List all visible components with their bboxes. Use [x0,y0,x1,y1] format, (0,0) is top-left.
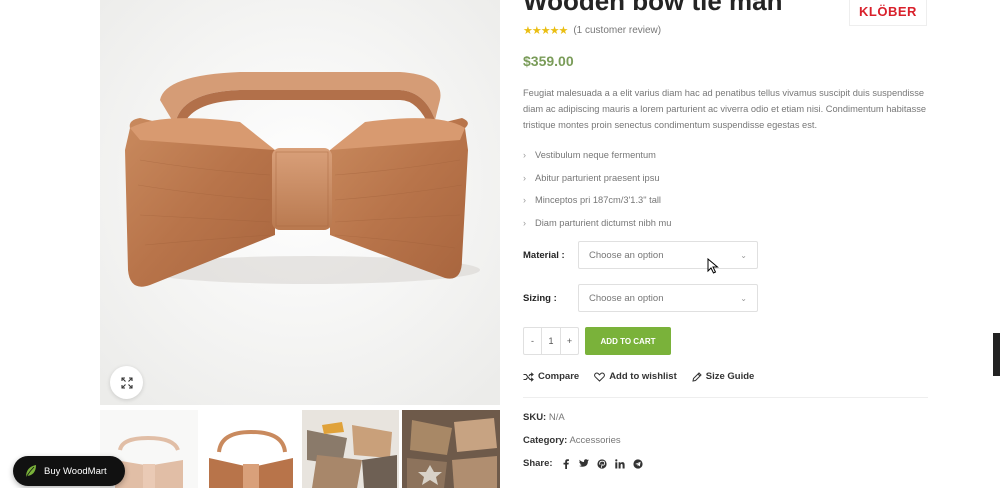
sku-value: N/A [548,412,565,423]
add-to-cart-button[interactable]: ADD TO CART [585,327,671,355]
compare-icon [523,371,534,382]
linkedin-icon[interactable] [614,458,625,469]
sizing-row: Sizing : Choose an option ⌄ [523,284,758,312]
chevron-right-icon: › [523,195,526,206]
chevron-right-icon: › [523,172,526,183]
feature-list: › Vestibulum neque fermentum › Abitur part… [523,144,671,234]
feature-item: › Diam parturient dictumst nibh mu [523,217,672,228]
product-price: $359.00 [523,53,574,69]
brand-name: KLÖBER [859,3,917,19]
sku-label: SKU: [523,412,547,423]
chevron-right-icon: › [523,150,526,161]
sizing-select[interactable]: Choose an option ⌄ [578,284,758,312]
feature-item: › Vestibulum neque fermentum [523,150,656,161]
product-description: Feugiat malesuada a a elit varius diam h… [523,88,927,130]
product-title: Wooden bow tie man [523,0,783,16]
material-select[interactable]: Choose an option ⌄ [578,241,758,269]
wishlist-button[interactable]: Add to wishlist [594,371,677,382]
zoom-button[interactable] [110,366,143,399]
pencil-icon [692,371,702,382]
material-row: Material : Choose an option ⌄ [523,241,758,269]
product-rating: ★★★★★ (1 customer review) [523,24,661,37]
category-label: Category: [523,435,568,446]
chevron-right-icon: › [523,217,526,228]
size-guide-button[interactable]: Size Guide [692,371,755,382]
feature-item: › Minceptos pri 187cm/3'1.3" tall [523,195,661,206]
telegram-icon[interactable] [632,458,643,469]
thumbnail-2[interactable] [200,410,299,488]
side-panel-toggle[interactable] [993,333,1000,376]
facebook-icon[interactable] [561,458,571,469]
compare-button[interactable]: Compare [523,371,579,382]
product-gallery [100,0,500,488]
buy-woodmart-label: Buy WoodMart [44,465,107,477]
wishlist-label: Add to wishlist [609,371,677,382]
product-page: Wooden bow tie man KLÖBER ★★★★★ (1 custo… [0,0,1000,488]
share-label: Share: [523,458,553,469]
sku-row: SKU: N/A [523,412,565,423]
product-summary: Wooden bow tie man KLÖBER ★★★★★ (1 custo… [523,0,928,488]
chevron-down-icon: ⌄ [740,250,747,260]
category-link[interactable]: Accessories [569,435,620,446]
quantity-stepper: - 1 + [523,327,579,355]
main-product-image[interactable] [100,0,500,405]
pinterest-icon[interactable] [596,458,607,469]
quantity-minus-button[interactable]: - [524,328,541,354]
divider [523,397,928,398]
quantity-plus-button[interactable]: + [561,328,578,354]
compare-label: Compare [538,371,580,382]
star-rating: ★★★★★ [523,25,568,37]
leaf-icon [26,465,36,477]
size-guide-label: Size Guide [705,371,755,382]
category-row: Category: Accessories [523,435,621,446]
mouse-cursor-icon [707,258,719,274]
chevron-down-icon: ⌄ [740,293,747,303]
share-row: Share: [523,458,643,469]
material-label: Material : [523,249,565,261]
buy-woodmart-button[interactable]: Buy WoodMart [13,456,125,486]
expand-icon [120,376,133,389]
review-link[interactable]: (1 customer review) [573,25,661,36]
quantity-input[interactable]: 1 [541,328,561,354]
thumbnail-3[interactable] [301,410,400,488]
thumbnail-4[interactable] [402,410,500,488]
product-actions: Compare Add to wishlist Size Guide [523,371,754,382]
material-select-value: Choose an option [589,249,664,261]
feature-item: › Abitur parturient praesent ipsu [523,172,660,183]
bow-tie-image [100,0,500,405]
heart-icon [594,372,606,382]
brand-logo[interactable]: KLÖBER [849,0,927,26]
thumbnail-strip [100,410,500,488]
sizing-label: Sizing : [523,292,557,304]
twitter-icon[interactable] [578,459,589,469]
sizing-select-value: Choose an option [589,292,664,304]
